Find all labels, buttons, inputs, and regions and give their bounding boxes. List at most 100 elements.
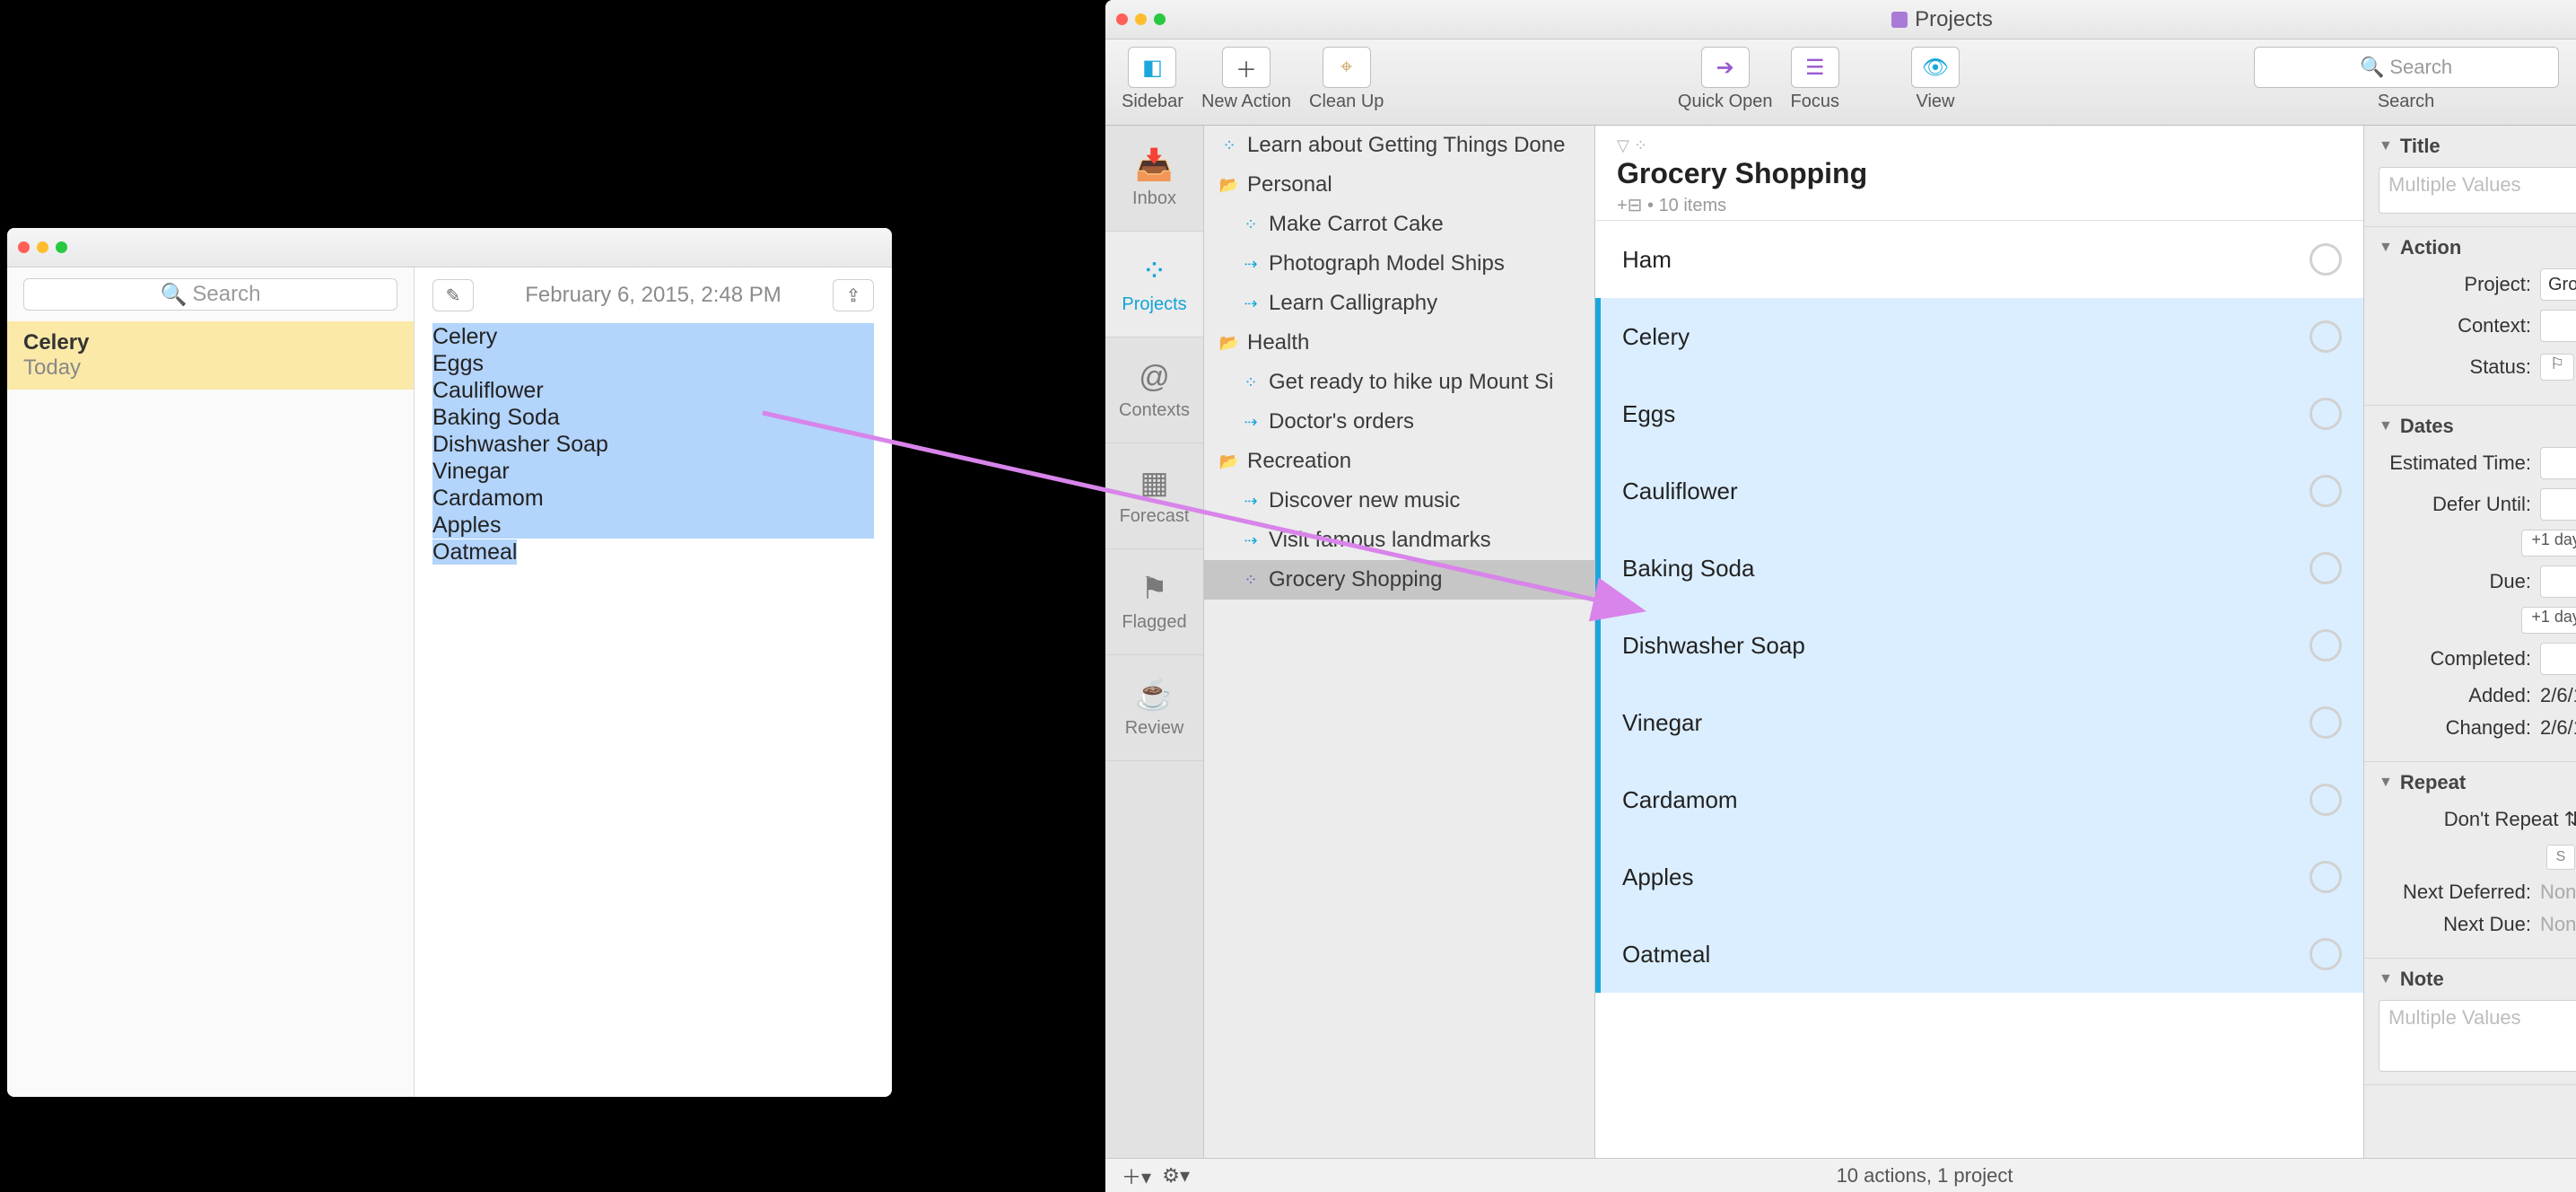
sidebar-item[interactable]: ⁘Make Carrot Cake [1204, 205, 1594, 244]
sidebar-item[interactable]: 📂Health [1204, 323, 1594, 363]
sidebar-item[interactable]: 📂Recreation [1204, 442, 1594, 481]
task-row[interactable]: Vinegar [1595, 684, 2363, 761]
notes-search-input[interactable]: 🔍 Search [23, 278, 397, 311]
search-input[interactable]: 🔍Search [2254, 47, 2559, 88]
sidebar-item[interactable]: ⇢Visit famous landmarks [1204, 521, 1594, 560]
sidebar-item[interactable]: ⇢Learn Calligraphy [1204, 284, 1594, 323]
sidebar-item[interactable]: ⇢Doctor's orders [1204, 402, 1594, 442]
project-select[interactable]: Grocery Shopping▾ [2540, 268, 2576, 301]
sidebar-item[interactable]: ⁘Grocery Shopping [1204, 560, 1594, 600]
task-title: Cardamom [1622, 786, 1738, 814]
sidebar-item[interactable]: ⁘Learn about Getting Things Done [1204, 126, 1594, 165]
task-row[interactable]: Ham [1595, 221, 2363, 298]
minimize-icon[interactable] [37, 241, 48, 253]
app-icon [1891, 12, 1908, 28]
inbox-icon: 📥 [1135, 147, 1173, 183]
task-row[interactable]: Eggs [1595, 375, 2363, 452]
new-action-button[interactable]: ＋ [1222, 47, 1271, 88]
checkbox-circle[interactable] [2310, 243, 2342, 276]
task-title: Eggs [1622, 400, 1675, 428]
status-label: Status: [2379, 355, 2531, 379]
folder-icon: 📂 [1218, 452, 1240, 471]
maximize-icon[interactable] [56, 241, 67, 253]
completed-field[interactable] [2540, 643, 2576, 675]
estimated-field[interactable] [2540, 447, 2576, 479]
task-title: Celery [1622, 323, 1690, 351]
of-titlebar[interactable]: Projects [1105, 0, 2576, 39]
sidebar-item[interactable]: 📂Personal [1204, 165, 1594, 205]
project-title[interactable]: Grocery Shopping [1617, 157, 2342, 190]
task-row[interactable]: Celery [1595, 298, 2363, 375]
tab-flagged[interactable]: ⚑Flagged [1105, 549, 1203, 655]
status-text: 10 actions, 1 project [1190, 1164, 2576, 1188]
context-label: Context: [2379, 314, 2531, 337]
disclosure-icon[interactable]: ▼ [2379, 138, 2393, 154]
task-list[interactable]: Ham Celery Eggs CauliflowerBaking SodaDishw… [1595, 221, 2363, 1158]
sidebar-item[interactable]: ⇢Discover new music [1204, 481, 1594, 521]
defer-field[interactable] [2540, 488, 2576, 521]
tab-review[interactable]: ☕Review [1105, 655, 1203, 761]
sidebar-item[interactable]: ⇢Photograph Model Ships [1204, 244, 1594, 284]
disclosure-icon[interactable]: ▼ [2379, 775, 2393, 791]
sidebar-item[interactable]: ⁘Get ready to hike up Mount Si [1204, 363, 1594, 402]
notes-titlebar[interactable] [7, 228, 892, 267]
note-field[interactable]: Multiple Values [2379, 1000, 2576, 1072]
task-row[interactable]: Baking Soda [1595, 530, 2363, 607]
minimize-icon[interactable] [1135, 13, 1147, 25]
checkbox-circle[interactable] [2310, 398, 2342, 430]
gear-menu-button[interactable]: ⚙▾ [1162, 1164, 1190, 1188]
toolbar-label: Search [2378, 92, 2434, 112]
checkbox-circle[interactable] [2310, 320, 2342, 353]
task-row[interactable]: Cardamom [1595, 761, 2363, 838]
tab-projects[interactable]: ⁘Projects [1105, 232, 1203, 337]
notes-list-item[interactable]: Celery Today [7, 321, 414, 390]
repeat-select[interactable]: Don't Repeat ⇅ [2444, 808, 2576, 831]
focus-button[interactable]: ☰ [1791, 47, 1839, 88]
estimated-label: Estimated Time: [2379, 451, 2531, 475]
checkbox-circle[interactable] [2310, 552, 2342, 584]
sidebar-toggle-button[interactable]: ◧ [1128, 47, 1176, 88]
task-row[interactable]: Dishwasher Soap [1595, 607, 2363, 684]
disclosure-icon[interactable]: ▼ [2379, 240, 2393, 256]
notes-window: 🔍 Search Celery Today ✎ February 6, 2015… [7, 228, 892, 1097]
checkbox-circle[interactable] [2310, 938, 2342, 970]
task-row[interactable]: Apples [1595, 838, 2363, 916]
add-menu-button[interactable]: ＋▾ [1122, 1161, 1151, 1190]
disclosure-icon[interactable]: ▼ [2379, 418, 2393, 434]
view-button[interactable]: 👁 [1911, 47, 1960, 88]
share-button[interactable]: ⇪ [833, 279, 874, 311]
day-toggle[interactable]: S [2546, 845, 2575, 870]
checkbox-circle[interactable] [2310, 784, 2342, 816]
plus-1day-button[interactable]: +1 day [2521, 607, 2576, 634]
checkbox-circle[interactable] [2310, 475, 2342, 507]
maximize-icon[interactable] [1154, 13, 1166, 25]
sidebar-item-label: Health [1247, 330, 1309, 355]
checkbox-circle[interactable] [2310, 706, 2342, 739]
plus-1day-button[interactable]: +1 day [2521, 530, 2576, 557]
disclosure-icon[interactable]: ▼ [2379, 971, 2393, 987]
task-row[interactable]: Oatmeal [1595, 916, 2363, 993]
tab-inbox[interactable]: 📥Inbox [1105, 126, 1203, 232]
close-icon[interactable] [1116, 13, 1128, 25]
task-row[interactable]: Cauliflower [1595, 452, 2363, 530]
flag-toggle[interactable]: ⚐ [2540, 354, 2574, 381]
checkbox-circle[interactable] [2310, 629, 2342, 662]
note-body[interactable]: CeleryEggsCauliflowerBaking SodaDishwash… [415, 323, 892, 565]
toolbar-label: Sidebar [1122, 92, 1183, 112]
next-due-label: Next Due: [2379, 913, 2531, 936]
clean-up-button[interactable]: ⌖ [1323, 47, 1371, 88]
checkbox-circle[interactable] [2310, 861, 2342, 893]
tab-forecast[interactable]: ▦Forecast [1105, 443, 1203, 549]
folder-icon: 📂 [1218, 176, 1240, 195]
added-label: Added: [2379, 684, 2531, 707]
tab-contexts[interactable]: @Contexts [1105, 337, 1203, 443]
compose-button[interactable]: ✎ [432, 279, 474, 311]
quick-open-button[interactable]: ➔ [1701, 47, 1750, 88]
close-icon[interactable] [18, 241, 30, 253]
window-title: Projects [1915, 7, 1993, 32]
title-field[interactable]: Multiple Values [2379, 167, 2576, 214]
notes-item-title: Celery [23, 330, 397, 355]
due-field[interactable] [2540, 565, 2576, 598]
context-select[interactable]: ▾ [2540, 310, 2576, 342]
project-sidebar[interactable]: ⁘Learn about Getting Things Done📂Persona… [1204, 126, 1595, 1158]
